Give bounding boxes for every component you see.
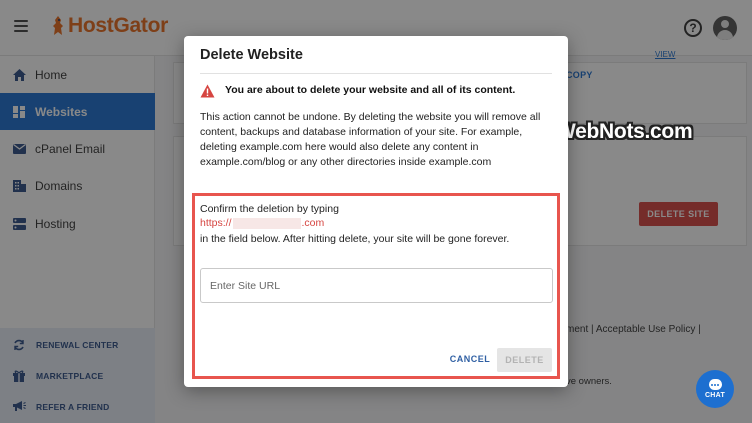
delete-website-dialog: Delete Website You are about to delete y… (184, 36, 568, 387)
confirm-after-text: in the field below. After hitting delete… (200, 233, 510, 245)
url-prefix: https:// (200, 217, 232, 229)
chat-button[interactable]: CHAT (696, 370, 734, 408)
warning-icon (200, 84, 215, 98)
url-suffix: .com (301, 217, 325, 229)
delete-button[interactable]: DELETE (497, 348, 552, 372)
cancel-button[interactable]: CANCEL (448, 350, 492, 368)
dialog-body-text: This action cannot be undone. By deletin… (200, 111, 541, 168)
confirm-instruction: Confirm the deletion by typing (200, 203, 339, 215)
dialog-title: Delete Website (200, 47, 303, 63)
webnots-watermark: WebNots.com (556, 120, 693, 143)
chat-bubble-icon (708, 379, 722, 390)
site-url-text: https:// .com (200, 217, 324, 229)
warning-text: You are about to delete your website and… (225, 84, 516, 96)
dialog-divider (200, 73, 552, 74)
chat-label: CHAT (704, 392, 726, 399)
redacted-domain (232, 217, 301, 229)
site-url-input[interactable] (200, 268, 553, 303)
